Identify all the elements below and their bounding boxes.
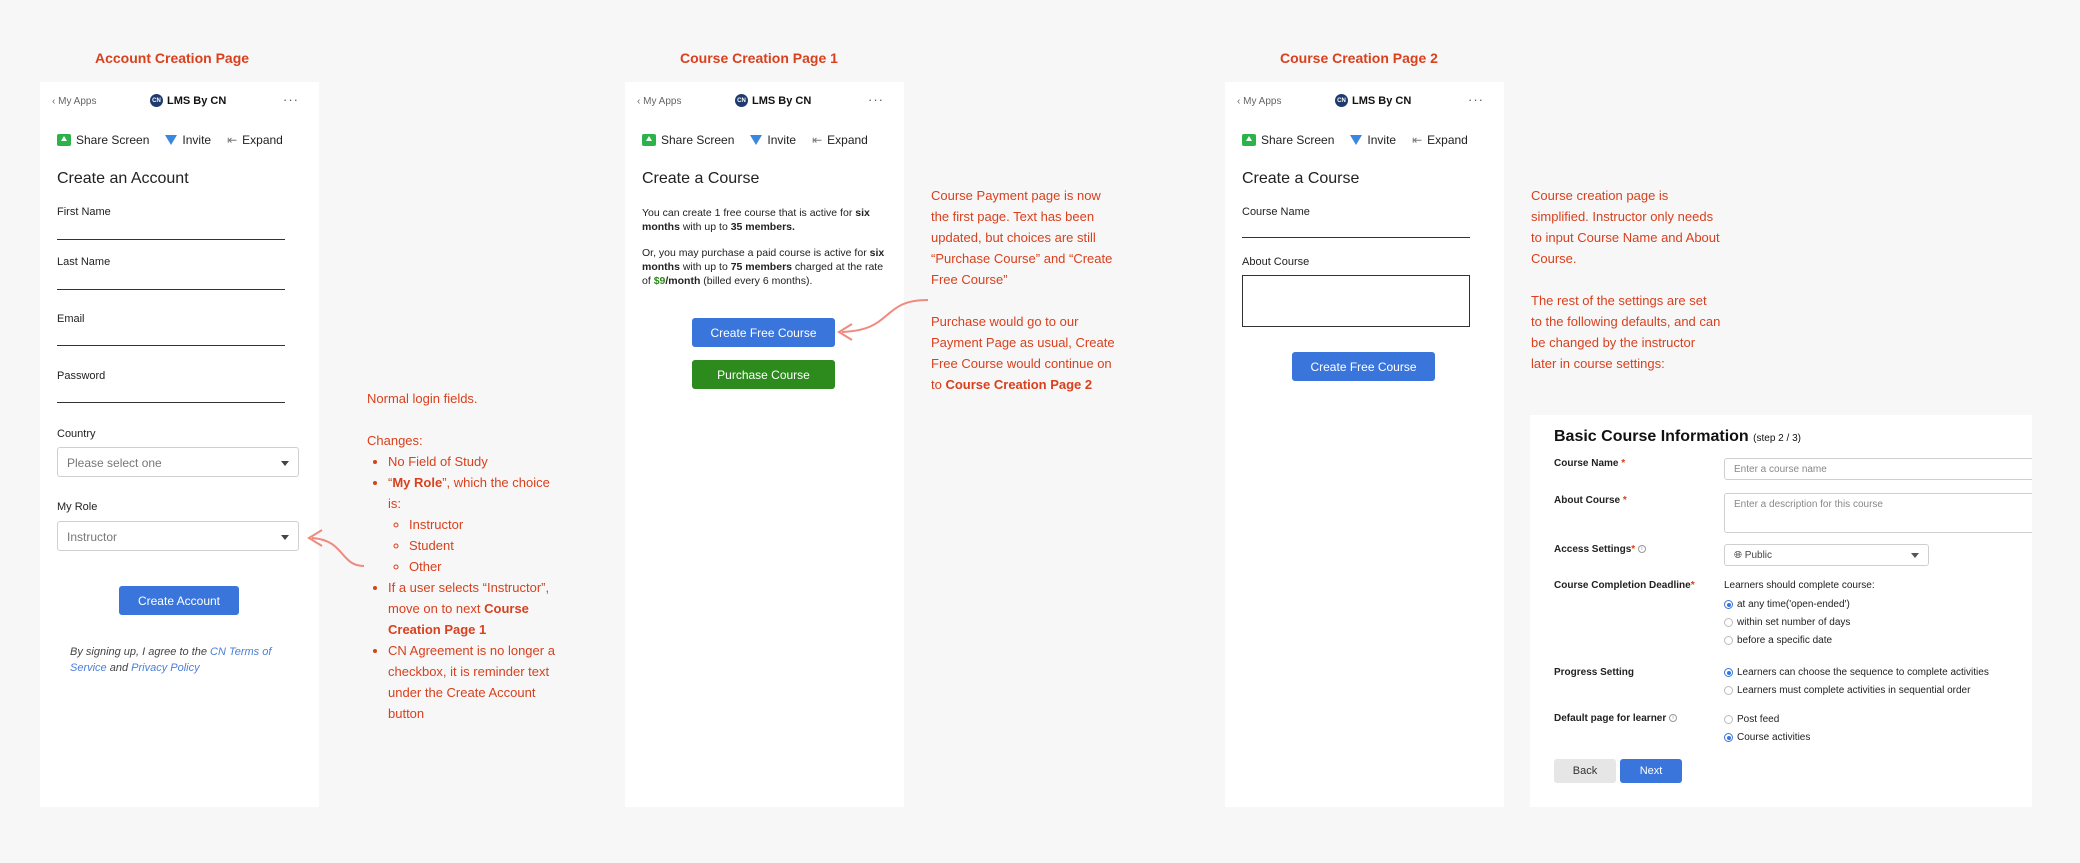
about-course-input[interactable]: Enter a description for this course xyxy=(1724,493,2032,533)
basic-course-information-panel: Basic Course Information (step 2 / 3) Co… xyxy=(1530,415,2032,807)
default-post-feed-radio[interactable]: Post feed xyxy=(1724,714,1779,725)
course-name-label: Course Name * xyxy=(1554,458,1626,469)
access-settings-select[interactable]: 🌐︎ Public xyxy=(1724,544,1929,566)
progress-setting-label: Progress Setting xyxy=(1554,667,1635,678)
back-button[interactable]: Back xyxy=(1554,759,1616,783)
completion-deadline-label: Course Completion Deadline* xyxy=(1554,580,1695,591)
deadline-days-radio[interactable]: within set number of days xyxy=(1724,617,1850,628)
deadline-open-ended-radio[interactable]: at any time('open-ended') xyxy=(1724,599,1850,610)
about-course-label: About Course * xyxy=(1554,495,1627,506)
info-icon: i xyxy=(1637,545,1646,554)
info-icon: i xyxy=(1669,714,1678,723)
progress-sequential-radio[interactable]: Learners must complete activities in seq… xyxy=(1724,685,1970,696)
chevron-down-icon xyxy=(1911,553,1919,558)
arrow-to-free-course-button xyxy=(841,299,929,333)
default-course-activities-radio[interactable]: Course activities xyxy=(1724,732,1810,743)
course-name-input[interactable]: Enter a course name xyxy=(1724,458,2032,480)
settings-title: Basic Course Information (step 2 / 3) xyxy=(1554,428,1801,445)
progress-choose-sequence-radio[interactable]: Learners can choose the sequence to comp… xyxy=(1724,667,1989,678)
next-button[interactable]: Next xyxy=(1620,759,1682,783)
deadline-date-radio[interactable]: before a specific date xyxy=(1724,635,1832,646)
arrow-to-role-select xyxy=(311,537,365,567)
globe-icon: 🌐︎ xyxy=(1734,550,1742,561)
default-page-label: Default page for learner i xyxy=(1554,713,1678,724)
access-settings-label: Access Settings* i xyxy=(1554,544,1646,555)
deadline-text: Learners should complete course: xyxy=(1724,580,1875,591)
